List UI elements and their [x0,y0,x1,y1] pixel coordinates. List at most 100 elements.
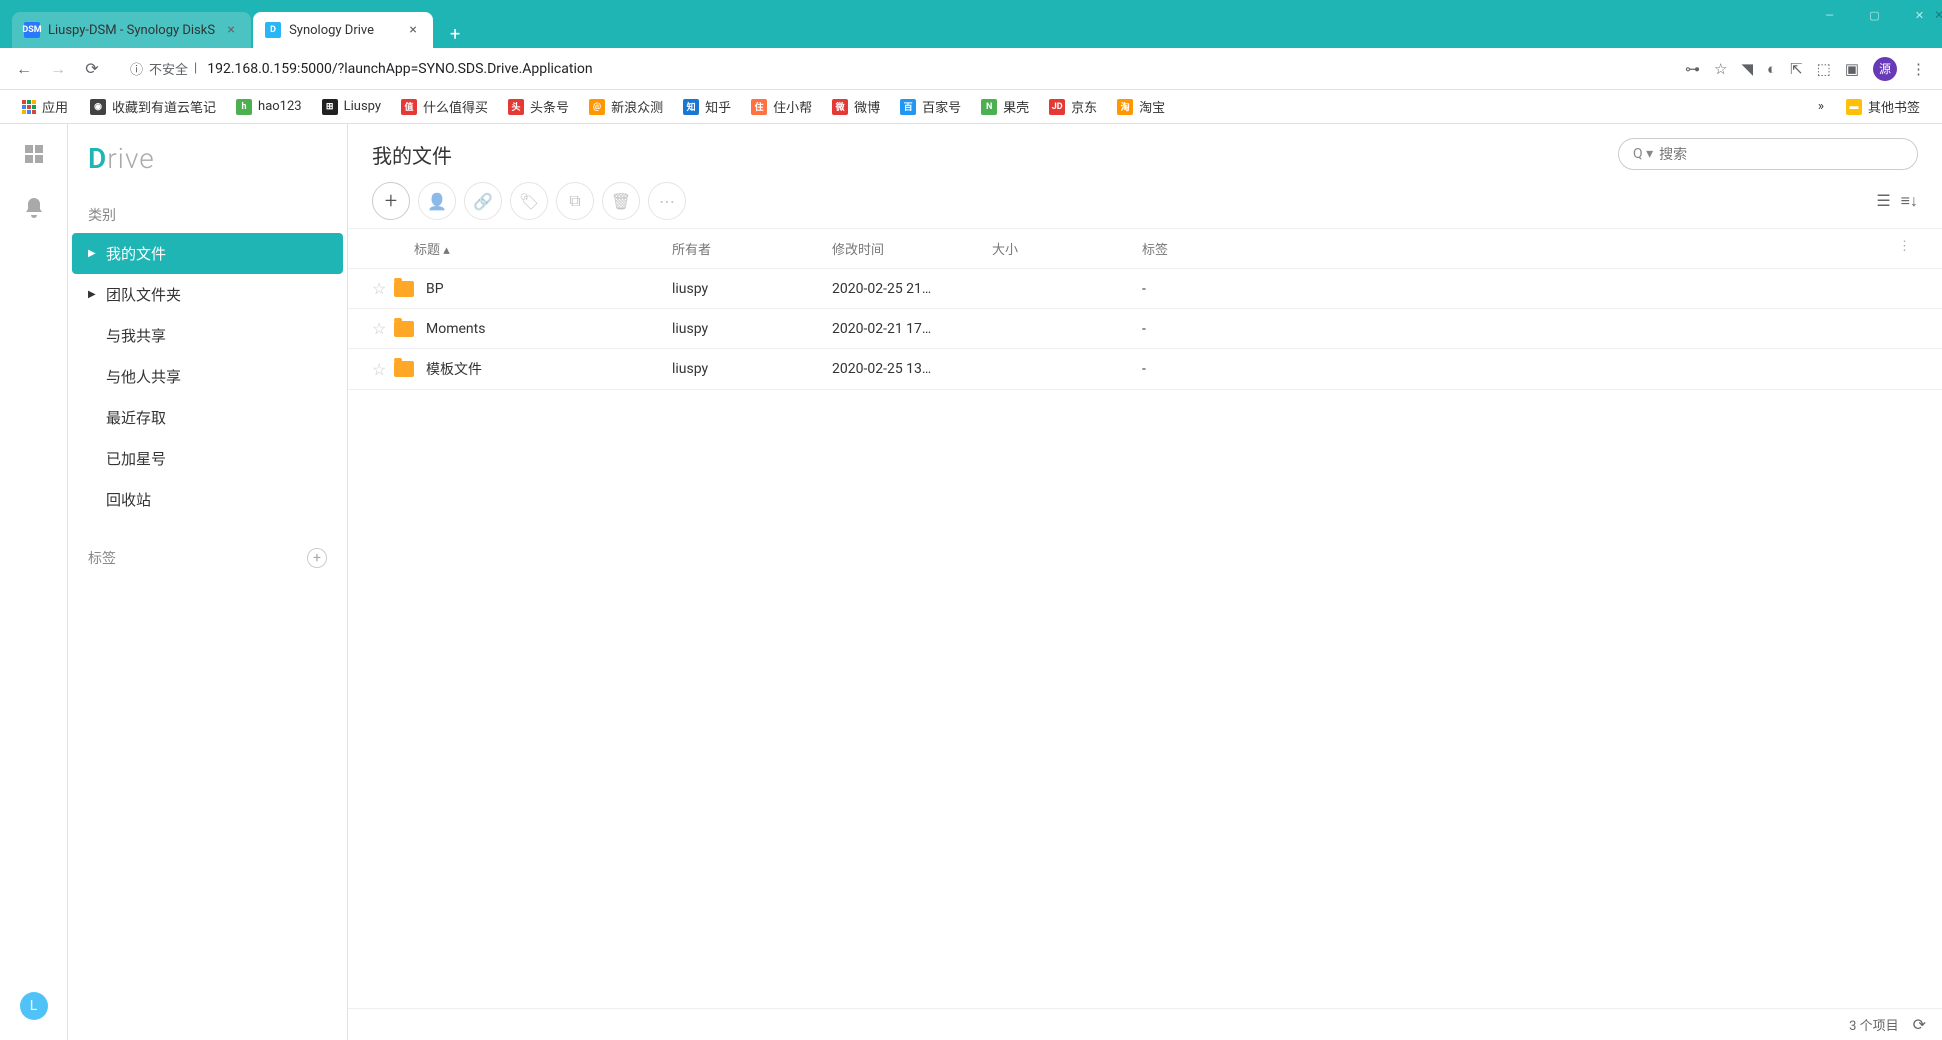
bookmark-label: 新浪众测 [611,97,663,116]
status-bar: 3 个项目 ⟳ [348,1008,1942,1040]
star-icon[interactable]: ☆ [372,319,394,338]
column-menu-icon[interactable]: ⋮ [1898,239,1918,258]
add-button[interactable]: + [372,182,410,220]
sidebar-item[interactable]: 已加星号 [68,438,347,479]
file-modified: 2020-02-25 13… [832,361,992,377]
user-avatar[interactable]: L [20,992,48,1020]
bookmark-item[interactable]: 值什么值得买 [391,97,498,116]
search-input[interactable]: Q ▾ [1618,138,1918,170]
sidebar-item[interactable]: 最近存取 [68,397,347,438]
back-button[interactable]: ← [10,55,38,83]
dashboard-icon[interactable] [22,142,46,166]
column-size[interactable]: 大小 [992,239,1142,258]
bookmark-item[interactable]: @新浪众测 [579,97,673,116]
bookmarks-bar: 应用 ◉收藏到有道云笔记hhao123⊞Liuspy值什么值得买头头条号@新浪众… [0,90,1942,124]
star-icon[interactable]: ☆ [372,360,394,379]
search-field[interactable] [1659,146,1903,162]
add-label-button[interactable]: + [307,548,327,568]
resize-icon: ✕ [1934,8,1942,22]
apps-grid-icon [22,100,36,114]
file-owner: liuspy [672,361,832,377]
bookmark-favicon-icon: JD [1049,99,1065,115]
file-tag: - [1142,321,1898,337]
list-view-button[interactable]: ☰ [1876,191,1890,211]
bookmarks-chevron-icon[interactable]: » [1818,99,1824,114]
other-bookmarks-button[interactable]: ▬ 其他书签 [1836,97,1930,116]
extension2-icon[interactable]: ◐ [1767,60,1776,78]
star-icon[interactable]: ☆ [372,279,394,298]
new-tab-button[interactable]: + [441,20,469,48]
column-modified[interactable]: 修改时间 [832,239,992,258]
sort-button[interactable]: ≡↓ [1901,191,1918,211]
extension4-icon[interactable]: ⬚ [1817,60,1831,78]
close-icon[interactable]: × [223,22,239,38]
bookmark-label: 收藏到有道云笔记 [112,97,216,116]
bookmark-item[interactable]: hhao123 [226,97,312,116]
url-field[interactable]: ⓘ 不安全 | 192.168.0.159:5000/?launchApp=SY… [118,54,1673,84]
bookmark-item[interactable]: N果壳 [971,97,1039,116]
tab-favicon-icon: DSM [24,22,40,38]
bookmark-item[interactable]: 住住小帮 [741,97,822,116]
more-button[interactable]: ⋯ [648,182,686,220]
tag-button[interactable]: 🏷 [510,182,548,220]
tab-title: Synology Drive [289,23,397,38]
star-icon[interactable]: ☆ [1714,60,1727,78]
menu-icon[interactable]: ⋮ [1911,60,1926,78]
bookmark-item[interactable]: 百百家号 [890,97,971,116]
column-owner[interactable]: 所有者 [672,239,832,258]
key-icon[interactable]: ⊶ [1685,60,1700,78]
file-row[interactable]: ☆Momentsliuspy2020-02-21 17…- [348,309,1942,349]
bookmark-favicon-icon: 知 [683,99,699,115]
bookmark-favicon-icon: 微 [832,99,848,115]
activity-bar: L [0,124,68,1040]
file-row[interactable]: ☆模板文件liuspy2020-02-25 13…- [348,349,1942,390]
browser-tab-active[interactable]: D Synology Drive × [253,12,433,48]
apps-shortcut[interactable]: 应用 [12,97,78,116]
file-owner: liuspy [672,281,832,297]
share-user-button[interactable]: 👤 [418,182,456,220]
bookmark-item[interactable]: 知知乎 [673,97,741,116]
sidebar-item-label: 与我共享 [106,325,166,346]
profile-avatar[interactable]: 源 [1873,57,1897,81]
app-container: L Drive 类别 ▶我的文件▶团队文件夹与我共享与他人共享最近存取已加星号回… [0,124,1942,1040]
extension5-icon[interactable]: ▣ [1845,60,1859,78]
delete-button[interactable]: 🗑 [602,182,640,220]
address-bar: ← → ⟳ ⓘ 不安全 | 192.168.0.159:5000/?launch… [0,48,1942,90]
forward-button[interactable]: → [44,55,72,83]
bookmark-label: 知乎 [705,97,731,116]
browser-tab-inactive[interactable]: DSM Liuspy-DSM - Synology DiskS × [12,12,251,48]
link-button[interactable]: 🔗 [464,182,502,220]
sidebar-item[interactable]: 回收站 [68,479,347,520]
page-title: 我的文件 [372,140,452,169]
copy-button[interactable]: ⧉ [556,182,594,220]
sidebar-item[interactable]: 与他人共享 [68,356,347,397]
file-row[interactable]: ☆BPliuspy2020-02-25 21…- [348,269,1942,309]
sidebar-item[interactable]: ▶我的文件 [72,233,343,274]
column-tag[interactable]: 标签 [1142,239,1898,258]
sidebar-item-label: 与他人共享 [106,366,181,387]
app-logo: Drive [68,138,347,197]
file-tag: - [1142,361,1898,377]
refresh-button[interactable]: ⟳ [1913,1015,1926,1034]
sidebar-section-labels: 标签 + [68,540,347,576]
extension3-icon[interactable]: ⇱ [1790,60,1803,78]
minimize-button[interactable]: — [1807,0,1852,30]
bookmark-item[interactable]: JD京东 [1039,97,1107,116]
sidebar-item[interactable]: ▶团队文件夹 [68,274,347,315]
extension1-icon[interactable]: ◥ [1741,60,1753,78]
sidebar-item[interactable]: 与我共享 [68,315,347,356]
reload-button[interactable]: ⟳ [78,55,106,83]
bookmark-item[interactable]: 淘淘宝 [1107,97,1175,116]
maximize-button[interactable]: ▢ [1852,0,1897,30]
bookmark-label: 果壳 [1003,97,1029,116]
bookmark-item[interactable]: 头头条号 [498,97,579,116]
bell-icon[interactable] [22,196,46,220]
security-indicator[interactable]: ⓘ 不安全 | [130,59,197,78]
bookmark-item[interactable]: ⊞Liuspy [312,97,391,116]
bookmark-item[interactable]: ◉收藏到有道云笔记 [80,97,226,116]
close-icon[interactable]: × [405,22,421,38]
sidebar-item-label: 最近存取 [106,407,166,428]
column-title[interactable]: 标题 ▴ [372,239,672,258]
sidebar-item-label: 我的文件 [106,243,166,264]
bookmark-item[interactable]: 微微博 [822,97,890,116]
